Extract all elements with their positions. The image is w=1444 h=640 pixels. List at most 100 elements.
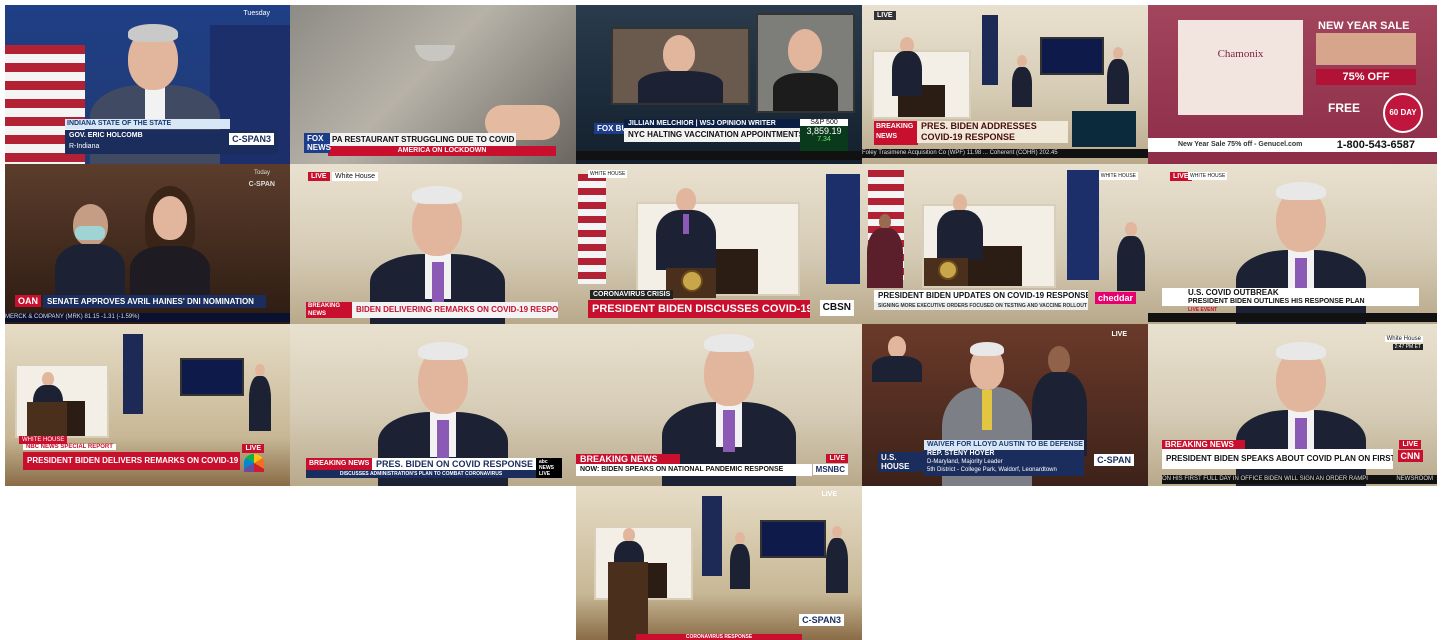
sub-bar: PRESIDENT BIDEN OUTLINES HIS RESPONSE PL…: [1162, 298, 1419, 306]
flag: [982, 15, 998, 85]
market-box: [1072, 111, 1136, 147]
offer-banner: 75% OFF: [1316, 69, 1416, 85]
tv-screen: [180, 358, 244, 396]
special-report-tag: NBC NEWS SPECIAL REPORT: [23, 444, 116, 450]
guarantee-seal: 60 DAY: [1383, 93, 1423, 133]
location-label: WHITE HOUSE: [1098, 172, 1138, 180]
network-watermark: C-SPAN: [248, 181, 275, 188]
video-tile-4[interactable]: LIVE BREAKING NEWS PRES. BIDEN ADDRESSES…: [862, 5, 1148, 164]
video-window-host: [756, 13, 855, 113]
video-tile-9[interactable]: WHITE HOUSE PRESIDENT BIDEN UPDATES ON C…: [862, 164, 1148, 324]
aide: [249, 364, 271, 434]
breaking-tag: BREAKING NEWS: [1162, 440, 1245, 449]
live-badge: LIVE: [821, 491, 837, 498]
live-badge: LIVE: [308, 172, 330, 181]
sub-bar: AMERICA ON LOCKDOWN: [328, 146, 556, 156]
podium: [27, 402, 67, 438]
video-tile-3[interactable]: FOX BUSINESS JILLIAN MELCHIOR | WSJ OPIN…: [576, 5, 862, 164]
ticker: MERCK & COMPANY (MRK) 81.15 -1.31 (-1.59…: [5, 313, 290, 322]
headline-bar: PRESIDENT BIDEN SPEAKS ABOUT COVID PLAN …: [1162, 449, 1393, 469]
us-flag: [578, 174, 606, 284]
aide: [826, 526, 848, 596]
headline-bar: U.S. COVID OUTBREAK: [1162, 288, 1419, 298]
network-logo: FOX NEWS: [304, 133, 331, 153]
location-label: WHITE HOUSE: [19, 436, 68, 444]
live-badge: LIVE: [1399, 440, 1421, 449]
live-badge: LIVE: [1111, 331, 1127, 338]
seated-member: [872, 332, 922, 382]
network-logo: MSNBC: [812, 464, 848, 475]
video-tile-14[interactable]: LIVE WAIVER FOR LLOYD AUSTIN TO BE DEFEN…: [862, 324, 1148, 486]
network-logo: OAN: [15, 295, 41, 307]
chamber-label: U.S. HOUSE: [878, 452, 924, 472]
flag: [123, 334, 143, 414]
video-tile-12[interactable]: BREAKING NEWS PRES. BIDEN ON COVID RESPO…: [290, 324, 576, 486]
video-tile-6[interactable]: Today C-SPAN OAN SENATE APPROVES AVRIL H…: [5, 164, 290, 324]
speaker: [892, 37, 922, 112]
video-tile-16[interactable]: LIVE C-SPAN3 CORONAVIRUS RESPONSE: [576, 486, 862, 640]
footer-bar: New Year Sale 75% off - Genucel.com 1-80…: [1148, 138, 1437, 152]
presidential-flag: [826, 174, 860, 284]
headline-bar: PRESIDENT BIDEN DELIVERS REMARKS ON COVI…: [23, 452, 240, 470]
video-tile-8[interactable]: WHITE HOUSE CORONAVIRUS CRISIS PRESIDENT…: [576, 164, 862, 324]
live-badge: LIVE: [826, 454, 848, 463]
free-label: FREE: [1328, 101, 1361, 115]
ticker: ON HIS FIRST FULL DAY IN OFFICE BIDEN WI…: [1162, 475, 1437, 484]
headline-bar: PRES. BIDEN ADDRESSES COVID-19 RESPONSE: [917, 121, 1068, 143]
headline-bar: BIDEN DELIVERING REMARKS ON COVID-19 RES…: [352, 302, 558, 318]
network-logo: cheddar: [1094, 292, 1136, 304]
headline-bar: NOW: BIDEN SPEAKS ON NATIONAL PANDEMIC R…: [576, 464, 812, 476]
video-tile-13[interactable]: BREAKING NEWS NOW: BIDEN SPEAKS ON NATIO…: [576, 324, 862, 486]
live-badge: LIVE: [874, 11, 896, 20]
video-window-guest: [611, 27, 750, 105]
president: [662, 332, 796, 486]
network-logo: [244, 454, 264, 472]
location-label: White House: [1384, 336, 1423, 342]
presidential-seal: [681, 270, 703, 292]
sub-bar: SIGNING MORE EXECUTIVE ORDERS FOCUSED ON…: [874, 302, 1088, 310]
location-label: WHITE HOUSE: [588, 170, 628, 178]
video-tile-7[interactable]: LIVE White House BREAKING NEWS BIDEN DEL…: [290, 164, 576, 324]
ticker: [1148, 313, 1437, 322]
video-tile-5[interactable]: Chamonix NEW YEAR SALE 75% OFF FREE 60 D…: [1148, 5, 1437, 164]
video-tile-1[interactable]: Tuesday INDIANA STATE OF THE STATE GOV. …: [5, 5, 290, 164]
aide: [1117, 222, 1145, 292]
podium: [608, 562, 648, 640]
aide: [1107, 47, 1129, 107]
video-tile-2[interactable]: PA RESTAURANT STRUGGLING DUE TO COVID RE…: [290, 5, 576, 164]
live-badge: LIVE: [242, 444, 264, 453]
headline-bar: PRESIDENT BIDEN UPDATES ON COVID-19 RESP…: [874, 290, 1088, 302]
nominee: [125, 186, 215, 304]
video-tile-15[interactable]: White House 2:47 PM ET BREAKING NEWS PRE…: [1148, 324, 1437, 486]
headline-bar: SENATE APPROVES AVRIL HAINES' DNI NOMINA…: [43, 295, 266, 308]
time-label: 2:47 PM ET: [1392, 344, 1423, 350]
ticker: [576, 151, 862, 160]
name-bar: REP. STENY HOYER D-Maryland, Majority Le…: [924, 450, 1084, 476]
tv-screen: [760, 520, 826, 558]
video-tile-11[interactable]: WHITE HOUSE NBC NEWS SPECIAL REPORT PRES…: [5, 324, 290, 486]
network-logo: abc NEWS LIVE: [536, 458, 562, 478]
video-tile-10[interactable]: LIVE WHITE HOUSE U.S. COVID OUTBREAK PRE…: [1148, 164, 1437, 324]
network-logo: C-SPAN: [1094, 454, 1134, 466]
title-bar: WAIVER FOR LLOYD AUSTIN TO BE DEFENSE SE…: [924, 440, 1084, 450]
presidential-flag: [1067, 170, 1099, 280]
sub-bar: CORONAVIRUS RESPONSE: [636, 634, 802, 640]
eyes-image: [1316, 33, 1416, 65]
president: [937, 194, 983, 264]
location-label: White House: [332, 172, 379, 181]
flag: [702, 496, 722, 576]
title-bar: INDIANA STATE OF THE STATE: [65, 119, 230, 129]
headline-bar: PRES. BIDEN ON COVID RESPONSE: [372, 458, 536, 470]
breaking-tag: BREAKING NEWS: [874, 121, 918, 145]
network-logo: CBSN: [819, 300, 854, 316]
breaking-tag: BREAKING NEWS: [306, 458, 375, 470]
ticker: Foley Trasimene Acquisition Co (WPF) 11.…: [862, 149, 1148, 158]
headline-bar: PRESIDENT BIDEN DISCUSSES COVID-19 PLAN: [588, 300, 810, 318]
location-label: WHITE HOUSE: [1188, 172, 1228, 180]
product-box: Chamonix: [1178, 20, 1303, 115]
breaking-tag: BREAKING NEWS: [576, 454, 680, 464]
face-mask: [75, 226, 105, 240]
aide: [1012, 55, 1032, 110]
aide: [730, 532, 750, 592]
headline-bar: NYC HALTING VACCINATION APPOINTMENTS UNT…: [624, 128, 800, 142]
